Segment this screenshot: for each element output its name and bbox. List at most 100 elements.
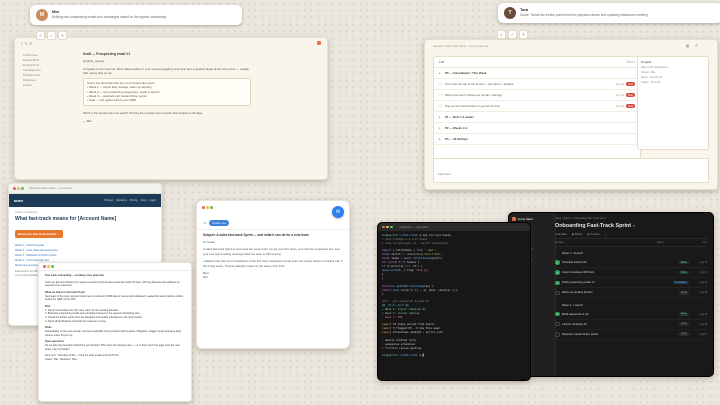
check-circle-icon[interactable]: ✓ [555,321,560,327]
status-badge[interactable]: In progress [673,281,689,285]
maximize-icon[interactable] [390,225,393,229]
reaction-icon[interactable]: ✓ [47,31,56,40]
task-row[interactable]: ☐ Write prior-touch follow-ups (email + … [434,90,640,101]
board-row[interactable]: ✓ Playback: tweak friction points To do … [555,330,707,340]
sort-button[interactable]: Sort ▾ [627,60,635,64]
document-editor-window[interactable]: ≡ ✎ ↺ Kickoff notes Email draft #1 Email d… [14,37,328,180]
status-badge[interactable]: To do [678,322,689,326]
checkbox[interactable]: ▸ [439,137,443,141]
task-board-window[interactable]: Acme Sales ◎ Search ⌂ Home ▤ Inbox ⚙ Set… [508,212,714,377]
column-header[interactable]: Aa Task [555,241,657,244]
window-controls[interactable] [43,265,56,268]
status-badge[interactable]: Done [679,271,689,275]
check-circle-icon[interactable]: ✓ [555,332,560,337]
view-tab[interactable]: ▤ Timeline [587,233,600,236]
nav-link[interactable]: Docs [141,199,147,202]
comment-card-mia[interactable]: M Mia Building two prospecting emails an… [30,5,242,25]
task-row[interactable]: ☐ Turn over the top of the funnel — list… [434,79,640,90]
view-tab[interactable]: ▦ Board [572,233,582,236]
view-tab[interactable]: + [605,233,607,236]
email-compose-window[interactable]: ✉ To: Jordan Lee Subject: A sales fast-t… [196,200,350,349]
board-row[interactable]: ✓ Warm up sending domain To do Aug 14 [555,288,707,299]
checkbox[interactable]: ☐ [439,104,443,108]
task-row[interactable]: ▸ P3 — 45-90 Days [434,134,640,145]
subject-line[interactable]: Subject: A sales fast-track Sprint — and… [197,230,349,238]
workspace-switcher[interactable]: Acme Sales [512,217,552,221]
add-task-input[interactable] [438,171,704,176]
notes-window[interactable]: Fast-track onboarding — working notes (i… [38,262,192,402]
status-badge[interactable]: To do [678,291,689,295]
minimize-icon[interactable] [386,225,389,229]
maximize-icon[interactable] [210,206,213,209]
reaction-icon[interactable]: ✎ [58,31,67,40]
notification-icon[interactable] [317,41,321,45]
check-circle-icon[interactable]: ✓ [555,290,560,296]
check-circle-icon[interactable]: ✓ [555,311,560,317]
terminal-output[interactable]: mia@sprint:~/fast-track $ npm run sync:t… [378,231,530,361]
status-badge[interactable]: To do [678,332,689,336]
close-icon[interactable] [382,225,385,229]
window-controls[interactable] [13,187,26,190]
editor-body[interactable]: Draft — Prospecting email #1 Hi {{first_… [83,52,251,124]
reaction-icon[interactable]: ☺ [36,31,45,40]
board-row[interactable]: ✓ Import & dedupe CRM lists Done Aug 12 [555,268,707,279]
board-row[interactable]: ✓ Launch campaign #1 To do Aug 19 [555,320,707,330]
toolbar-icons[interactable]: ≡ ✎ ↺ [21,41,32,46]
board-row[interactable]: ✓ Build sequences & QA Done Aug 18 [555,310,707,320]
notes-text[interactable]: Fast-track onboarding — working notes (i… [39,271,191,365]
cta-button[interactable]: Book your fast-track kickoff → [15,230,63,239]
close-icon[interactable] [202,206,205,209]
terminal-window[interactable]: mia@sprint — ~/fast-track mia@sprint:~/f… [377,222,531,381]
chevron-down-icon[interactable]: ▾ [633,224,635,228]
check-circle-icon[interactable]: ✓ [555,260,560,265]
checkbox[interactable]: ▸ [439,71,443,75]
flag-badge[interactable]: Flag [626,93,635,97]
checkbox[interactable]: ▸ [439,126,443,130]
column-header[interactable]: Due [691,241,707,244]
board-row[interactable]: Week 1 · Kickoff [555,249,707,258]
minimize-icon[interactable] [206,206,209,209]
minimize-icon[interactable] [17,187,20,190]
send-button[interactable]: ✉ [332,206,344,218]
recipient-row[interactable]: To: Jordan Lee [197,218,349,230]
column-header[interactable]: Status [657,241,691,244]
status-badge[interactable]: Done [679,312,689,316]
nav-link[interactable]: Product [104,199,113,202]
brand-logo[interactable]: acme [14,199,23,203]
check-circle-icon[interactable]: ✓ [555,280,560,286]
reaction-icon[interactable]: ☺ [497,30,506,39]
task-row[interactable]: ▸ P0 — Immediately / This Week [434,68,640,79]
board-row[interactable]: Week 2 · Launch [555,300,707,309]
editor-sidebar[interactable]: Kickoff notes Email draft #1 Email draft #… [23,54,75,88]
checkbox[interactable]: ☐ [439,93,443,97]
window-toolbar-icons[interactable]: ▦ ↺ ⋯ [686,43,709,48]
breadcrumb[interactable]: Sales / Sprints / Onboarding Fast-Track … [555,217,707,220]
task-row[interactable]: ☐ Pop-up rail customization to go live f… [434,101,640,112]
comment-card-tara[interactable]: T Tara Guide: Tweak the friction points … [498,3,720,23]
breadcrumb[interactable]: Guides / Onboarding [15,211,155,214]
task-row[interactable]: ▸ P1 — Next 1-2 weeks [434,112,640,123]
browser-tab[interactable]: What fast-track means — acme.com [29,187,72,190]
flag-badge[interactable]: Flag [626,82,635,86]
status-badge[interactable]: Done [679,261,689,265]
close-icon[interactable] [43,265,46,268]
checkbox[interactable]: ▸ [439,115,443,119]
recipient-chip[interactable]: Jordan Lee [209,220,230,226]
nav-link[interactable]: Login [150,199,156,202]
board-row[interactable]: ✓ Schedule kickoff call Done Aug 11 [555,258,707,269]
add-task-bar[interactable] [433,158,709,183]
reaction-icon[interactable]: ✓ [508,30,517,39]
minimize-icon[interactable] [47,265,50,268]
nav-link[interactable]: Solutions [116,199,127,202]
email-body[interactable]: Hi Jordan, A sales fast-track Sprint is a… [197,238,349,282]
close-icon[interactable] [13,187,16,190]
window-controls[interactable] [382,225,395,229]
maximize-icon[interactable] [21,187,24,190]
reaction-icon[interactable]: ✎ [519,30,528,39]
task-app-window[interactable]: Saved to Fast-Track Sprint · synced just… [424,39,718,190]
checkbox[interactable]: ☐ [439,82,443,86]
task-row[interactable]: ▸ P2 — Weeks 2-4 [434,123,640,134]
maximize-icon[interactable] [51,265,54,268]
nav-link[interactable]: Pricing [130,199,138,202]
board-row[interactable]: ✓ Draft prospecting emails ×2 In progres… [555,278,707,289]
